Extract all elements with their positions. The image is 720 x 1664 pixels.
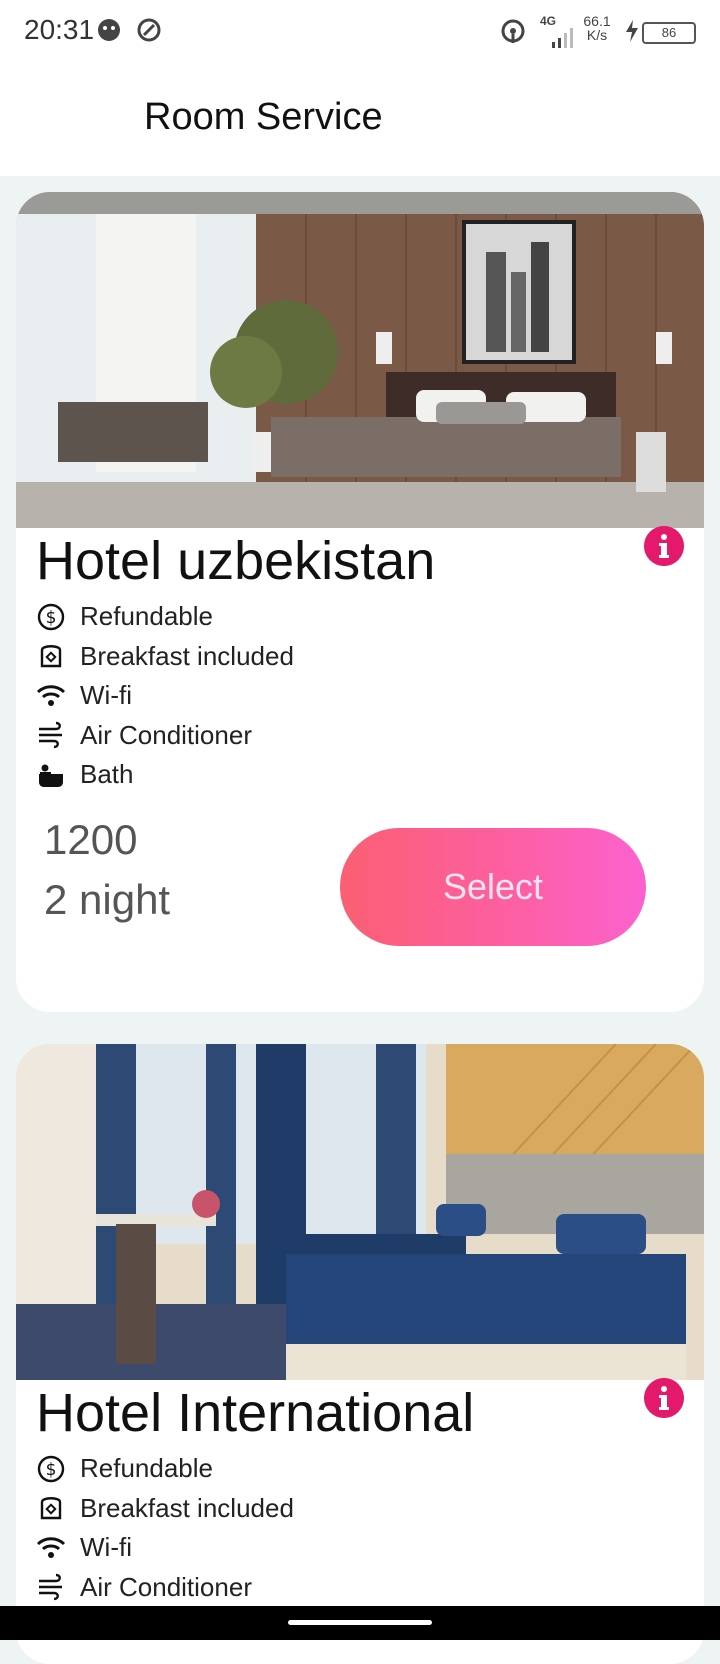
info-icon[interactable] [644, 1378, 684, 1418]
status-bar: 20:31 4G 66.1 K/s 86 [0, 0, 720, 66]
bath-icon [39, 764, 63, 787]
hotel-name: Hotel uzbekistan [36, 531, 436, 591]
amenity-item: Wi-fi [36, 676, 294, 716]
amenity-item: Breakfast included [36, 637, 294, 677]
battery-icon: 86 [642, 22, 696, 44]
wifi-icon [36, 1537, 66, 1558]
info-icon[interactable] [644, 526, 684, 566]
battery-level: 86 [661, 25, 677, 40]
system-nav-bar [0, 1606, 720, 1640]
signal-icon [552, 28, 573, 48]
amenity-item: $ Refundable [36, 597, 294, 637]
breakfast-icon [40, 645, 62, 668]
network-type: 4G [539, 14, 556, 28]
amenities-list: $ Refundable Breakfast included Wi-fi Ai… [36, 1449, 294, 1607]
price-block: 1200 2 night [44, 810, 170, 930]
air-conditioner-icon [39, 722, 62, 749]
svg-text:$: $ [46, 608, 57, 628]
dollar-icon: $ [37, 1455, 65, 1482]
amenity-item: Air Conditioner [36, 1568, 294, 1608]
hotel-room-photo [16, 1044, 704, 1380]
wifi-icon [36, 685, 66, 706]
hotel-card[interactable]: Hotel uzbekistan $ Refundable Breakfast … [16, 192, 704, 1012]
sync-icon [137, 18, 161, 42]
amenity-label: Breakfast included [80, 640, 294, 671]
hotspot-icon [501, 19, 525, 43]
hotel-card[interactable]: Hotel International $ Refundable Breakfa… [16, 1044, 704, 1664]
charging-icon [626, 20, 638, 42]
amenity-label: Wi-fi [80, 680, 132, 711]
svg-text:$: $ [46, 1460, 57, 1480]
speed-unit: K/s [586, 27, 608, 43]
amenity-label: Refundable [80, 1453, 213, 1484]
amenity-item: Air Conditioner [36, 716, 294, 756]
amenity-label: Wi-fi [80, 1532, 132, 1563]
status-time: 20:31 [24, 14, 95, 45]
page-title: Room Service [144, 96, 383, 138]
hotel-room-photo [16, 192, 704, 528]
amenity-label: Breakfast included [80, 1492, 294, 1523]
amenity-item: Breakfast included [36, 1489, 294, 1529]
breakfast-icon [40, 1497, 62, 1520]
notification-icon [98, 19, 120, 41]
nights-count: 2 night [44, 876, 171, 923]
price-value: 1200 [44, 816, 138, 863]
dollar-icon: $ [37, 603, 65, 630]
select-button[interactable]: Select [340, 828, 646, 946]
amenities-list: $ Refundable Breakfast included Wi-fi Ai… [36, 597, 294, 795]
amenity-label: Air Conditioner [80, 719, 252, 750]
amenity-label: Refundable [80, 601, 213, 632]
hotel-name: Hotel International [36, 1383, 475, 1443]
amenity-label: Bath [80, 759, 134, 790]
amenity-item: $ Refundable [36, 1449, 294, 1489]
air-conditioner-icon [39, 1574, 62, 1601]
amenity-item: Wi-fi [36, 1528, 294, 1568]
amenity-label: Air Conditioner [80, 1571, 252, 1602]
app-bar: Room Service [0, 66, 720, 176]
amenity-item: Bath [36, 755, 294, 795]
home-indicator[interactable] [288, 1620, 432, 1625]
